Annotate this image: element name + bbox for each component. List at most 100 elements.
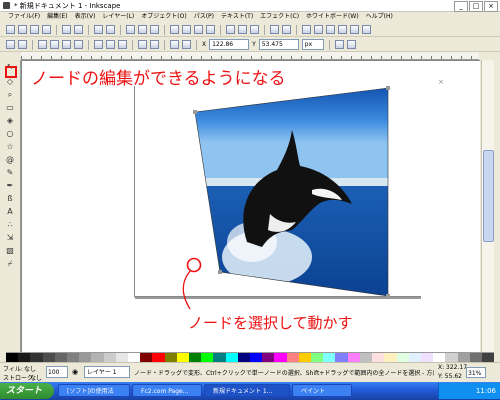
palette-swatch[interactable]: [189, 353, 202, 362]
palette-swatch[interactable]: [469, 353, 482, 362]
copy-icon[interactable]: [126, 25, 135, 34]
palette-swatch[interactable]: [91, 353, 104, 362]
break-path-icon[interactable]: [50, 40, 59, 49]
preferences-icon[interactable]: [350, 25, 359, 34]
eye-icon[interactable]: ◉: [72, 366, 80, 378]
vertical-scrollbar[interactable]: [481, 60, 494, 352]
cut-icon[interactable]: [138, 25, 147, 34]
y-coordinate-field[interactable]: 53.475: [258, 39, 299, 50]
palette-swatch[interactable]: [30, 353, 43, 362]
palette-swatch[interactable]: [115, 353, 129, 362]
spiral-tool-icon[interactable]: @: [5, 155, 15, 164]
palette-swatch[interactable]: [262, 353, 275, 362]
show-handles-icon[interactable]: [334, 40, 344, 49]
print-icon[interactable]: [42, 25, 51, 34]
ellipse-tool-icon[interactable]: ○: [5, 129, 15, 138]
menu-edit[interactable]: 編集(E): [47, 12, 67, 22]
duplicate-icon[interactable]: [226, 25, 235, 34]
join-segment-icon[interactable]: [62, 40, 71, 49]
dropper-tool-icon[interactable]: ⌿: [5, 259, 15, 268]
align-icon[interactable]: [338, 25, 347, 34]
menu-view[interactable]: 表示(V): [75, 12, 96, 22]
connector-tool-icon[interactable]: ⇲: [5, 233, 15, 242]
clone-icon[interactable]: [238, 25, 247, 34]
taskbar-item[interactable]: ペイント: [292, 384, 352, 397]
palette-swatch[interactable]: [396, 353, 409, 362]
3d-box-tool-icon[interactable]: ◈: [5, 116, 15, 125]
palette-swatch[interactable]: [237, 353, 251, 362]
rectangle-tool-icon[interactable]: ▭: [5, 103, 15, 112]
palette-swatch[interactable]: [359, 353, 373, 362]
node-tool-icon[interactable]: ◇: [5, 77, 15, 86]
palette-swatch[interactable]: [420, 353, 434, 362]
palette-swatch[interactable]: [433, 353, 446, 362]
palette-swatch[interactable]: [335, 353, 348, 362]
menu-whiteboard[interactable]: ホワイトボード(W): [306, 12, 359, 22]
export-icon[interactable]: [74, 25, 83, 34]
palette-swatch[interactable]: [54, 353, 68, 362]
zoom-field[interactable]: 31%: [466, 367, 486, 378]
document-properties-icon[interactable]: [362, 25, 371, 34]
menu-layer[interactable]: レイヤー(L): [102, 12, 134, 22]
palette-swatch[interactable]: [311, 353, 324, 362]
palette-swatch[interactable]: [152, 353, 165, 362]
show-outline-icon[interactable]: [346, 40, 356, 49]
xml-editor-icon[interactable]: [326, 25, 335, 34]
palette-swatch[interactable]: [286, 353, 299, 362]
menu-effects[interactable]: エフェクト(C): [260, 12, 299, 22]
object-to-path-icon[interactable]: [170, 40, 179, 49]
text-font-icon[interactable]: [314, 25, 323, 34]
palette-swatch[interactable]: [103, 353, 116, 362]
palette-swatch[interactable]: [18, 353, 31, 362]
redo-icon[interactable]: [106, 25, 115, 34]
scrollbar-thumb[interactable]: [483, 150, 494, 242]
spray-tool-icon[interactable]: ∴: [5, 220, 15, 229]
menu-text[interactable]: テキスト(T): [221, 12, 253, 22]
fill-stroke-icon[interactable]: [302, 25, 311, 34]
close-button[interactable]: ×: [484, 1, 498, 12]
start-button[interactable]: スタート: [0, 383, 54, 399]
palette-swatch[interactable]: [79, 353, 92, 362]
palette-swatch[interactable]: [457, 353, 470, 362]
undo-icon[interactable]: [94, 25, 103, 34]
palette-swatch[interactable]: [481, 353, 495, 362]
text-tool-icon[interactable]: A: [5, 207, 15, 216]
calligraphy-tool-icon[interactable]: ß: [5, 194, 15, 203]
zoom-selection-icon[interactable]: [170, 25, 179, 34]
menu-object[interactable]: オブジェクト(O): [141, 12, 186, 22]
palette-swatch[interactable]: [347, 353, 360, 362]
delete-segment-icon[interactable]: [74, 40, 83, 49]
palette-swatch[interactable]: [445, 353, 458, 362]
zoom-page-icon[interactable]: [194, 25, 203, 34]
palette-swatch[interactable]: [140, 353, 153, 362]
palette-swatch[interactable]: [128, 353, 141, 362]
palette-swatch[interactable]: [323, 353, 336, 362]
zoom-drawing-icon[interactable]: [182, 25, 191, 34]
import-icon[interactable]: [62, 25, 71, 34]
delete-node-icon[interactable]: [18, 40, 27, 49]
palette-swatch[interactable]: [384, 353, 397, 362]
taskbar-item[interactable]: Fc2.com Page...: [132, 384, 202, 397]
maximize-button[interactable]: □: [469, 1, 483, 12]
palette-swatch[interactable]: [408, 353, 421, 362]
opacity-field[interactable]: 100: [46, 366, 68, 378]
smooth-node-icon[interactable]: [106, 40, 115, 49]
cusp-node-icon[interactable]: [94, 40, 103, 49]
open-icon[interactable]: [18, 25, 27, 34]
pen-tool-icon[interactable]: ✒: [5, 181, 15, 190]
x-coordinate-field[interactable]: 122.86: [209, 39, 250, 50]
menu-file[interactable]: ファイル(F): [8, 12, 40, 22]
palette-swatch[interactable]: [225, 353, 238, 362]
palette-swatch[interactable]: [42, 353, 55, 362]
curve-segment-icon[interactable]: [150, 40, 159, 49]
zoom-width-icon[interactable]: [206, 25, 215, 34]
taskbar-item[interactable]: [ソフト]の使用法: [58, 384, 130, 397]
orca-image[interactable]: [192, 82, 392, 302]
palette-swatch[interactable]: [250, 353, 263, 362]
insert-node-icon[interactable]: [6, 40, 15, 49]
group-icon[interactable]: [270, 25, 279, 34]
unlink-clone-icon[interactable]: [250, 25, 259, 34]
stroke-to-path-icon[interactable]: [182, 40, 191, 49]
palette-swatch[interactable]: [67, 353, 80, 362]
palette-swatch[interactable]: [6, 353, 19, 362]
